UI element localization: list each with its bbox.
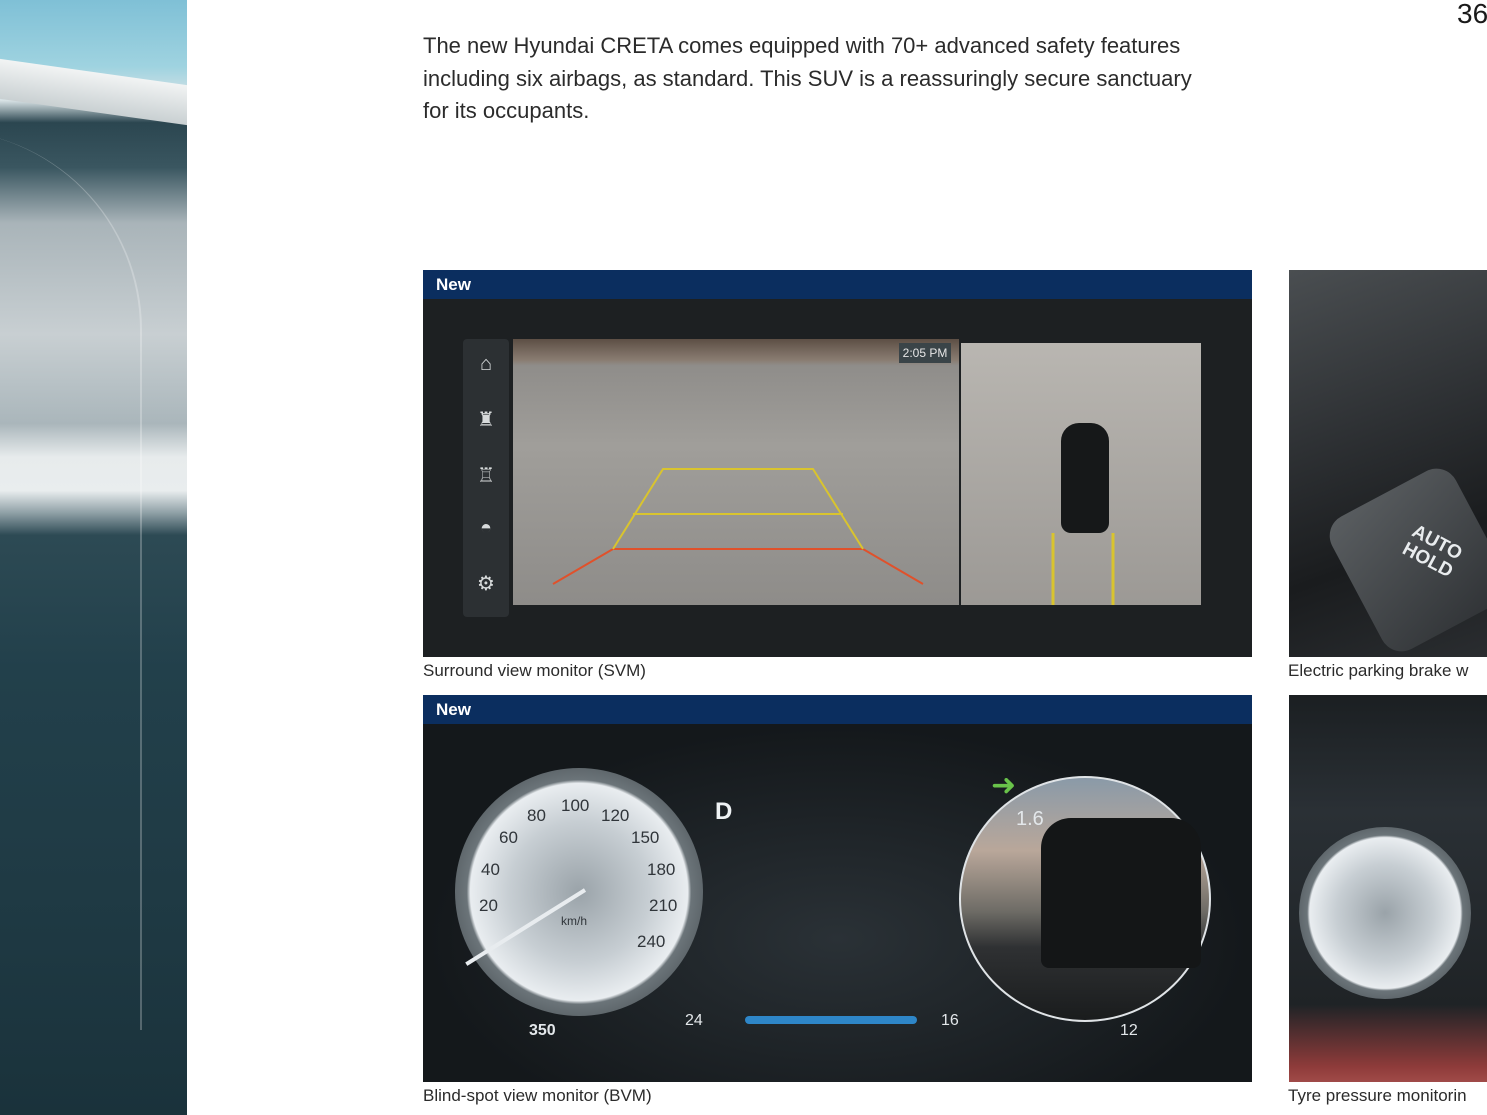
speedo-label: 150 bbox=[631, 828, 660, 847]
speedo-label: 120 bbox=[601, 806, 630, 825]
speedo-label: 40 bbox=[481, 860, 500, 879]
home-icon: ⌂ bbox=[479, 353, 493, 375]
epb-card: AUTO HOLD bbox=[1289, 270, 1487, 657]
sensor-off-icon: ♖ bbox=[477, 465, 495, 487]
new-badge: New bbox=[423, 695, 1252, 724]
car-interior-photo bbox=[0, 0, 187, 1115]
svm-caption: Surround view monitor (SVM) bbox=[423, 661, 646, 680]
economy-readout: 16 bbox=[941, 1012, 959, 1029]
page-number: 36 bbox=[1457, 0, 1487, 28]
svm-card: ⌂ ♜ ♖ ◓ ⚙ 2:05 PM New bbox=[423, 270, 1252, 657]
speedometer: 20 40 60 80 100 120 150 180 210 240 km/h bbox=[455, 768, 703, 1016]
tpms-card bbox=[1289, 695, 1487, 1082]
eco-bar bbox=[745, 1016, 917, 1024]
speedometer-small bbox=[1299, 827, 1471, 999]
bvm-cluster-photo: 20 40 60 80 100 120 150 180 210 240 km/h… bbox=[423, 724, 1252, 1082]
epb-caption: Electric parking brake w bbox=[1288, 661, 1469, 680]
trip-readout: 12 bbox=[1120, 1022, 1138, 1039]
rear-camera-view bbox=[513, 339, 959, 605]
speed-unit: km/h bbox=[561, 914, 588, 928]
bvm-card: 20 40 60 80 100 120 150 180 210 240 km/h… bbox=[423, 695, 1252, 1082]
tpms-caption: Tyre pressure monitorin bbox=[1288, 1086, 1467, 1105]
blind-spot-camera-view: 1.6 bbox=[959, 776, 1211, 1022]
parking-guide-lines bbox=[552, 468, 924, 585]
bvm-caption: Blind-spot view monitor (BVM) bbox=[423, 1086, 652, 1105]
speedo-label: 80 bbox=[527, 806, 546, 825]
gear-icon: ⚙ bbox=[477, 573, 495, 595]
range-readout: 350 bbox=[529, 1022, 556, 1039]
door-contour bbox=[0, 130, 142, 1030]
speedo-label: 60 bbox=[499, 828, 518, 847]
gear-indicator: D bbox=[715, 798, 733, 825]
speedo-label: 180 bbox=[647, 860, 676, 879]
speedo-label: 20 bbox=[479, 896, 498, 915]
distance-readout: 1.6 bbox=[1016, 808, 1044, 830]
svm-sidebar: ⌂ ♜ ♖ ◓ ⚙ bbox=[463, 339, 509, 617]
intro-paragraph: The new Hyundai CRETA comes equipped wit… bbox=[423, 33, 1192, 123]
screen-clock: 2:05 PM bbox=[899, 343, 951, 363]
car-view-icon: ◓ bbox=[479, 517, 493, 539]
parking-sensor-icon: ♜ bbox=[477, 409, 495, 431]
speedo-label: 240 bbox=[637, 932, 666, 951]
speedo-label: 100 bbox=[561, 796, 590, 815]
temperature-readout: 24 bbox=[685, 1012, 703, 1029]
new-badge: New bbox=[423, 270, 1252, 299]
tpms-cluster-photo bbox=[1289, 695, 1487, 1082]
door-trim bbox=[0, 58, 187, 126]
speedo-label: 210 bbox=[649, 896, 678, 915]
suv-in-view bbox=[1041, 818, 1201, 968]
top-down-view bbox=[961, 343, 1201, 605]
svm-screen-photo: ⌂ ♜ ♖ ◓ ⚙ 2:05 PM bbox=[423, 299, 1252, 657]
auto-hold-photo: AUTO HOLD bbox=[1289, 270, 1487, 657]
top-guide-lines bbox=[1051, 533, 1115, 605]
